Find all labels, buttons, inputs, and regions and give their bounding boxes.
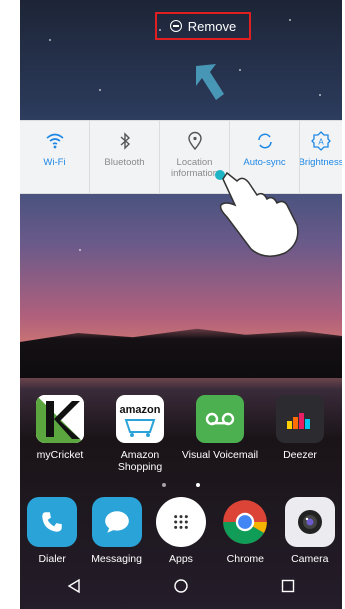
amazon-icon: amazon (116, 395, 164, 443)
sync-icon (257, 133, 272, 149)
app-label: Dialer (38, 553, 66, 565)
app-label: Chrome (226, 553, 265, 565)
app-deezer[interactable]: Deezer (260, 395, 340, 473)
location-icon (187, 131, 202, 151)
app-voicemail[interactable]: Visual Voicemail (180, 395, 260, 473)
chrome-icon (220, 497, 270, 547)
phone-icon (27, 497, 78, 547)
app-label: Visual Voicemail (181, 449, 259, 461)
mycricket-icon (36, 395, 84, 443)
tile-brightness[interactable]: A Brightness (300, 121, 342, 193)
app-amazon[interactable]: amazon Amazon Shopping (100, 395, 180, 473)
back-button[interactable] (66, 578, 82, 599)
tile-label: Brightness (300, 157, 342, 168)
home-circle-icon (174, 578, 188, 593)
dock: Dialer Messaging Apps Chrome Camera (20, 497, 342, 565)
remove-drop-target[interactable]: Remove (155, 12, 251, 40)
voicemail-icon (196, 395, 244, 443)
deezer-icon (276, 395, 324, 443)
app-mycricket[interactable]: myCricket (20, 395, 100, 473)
app-label: myCricket (36, 449, 84, 461)
dock-chrome[interactable]: Chrome (213, 497, 277, 565)
tile-label: Wi-Fi (43, 157, 66, 168)
page-indicator (20, 483, 342, 487)
drag-up-arrow-icon (196, 64, 224, 100)
app-label: Apps (169, 553, 193, 565)
dock-dialer[interactable]: Dialer (20, 497, 84, 565)
home-app-row: myCricket amazon Amazon Shopping Visual … (20, 395, 342, 473)
dock-messaging[interactable]: Messaging (85, 497, 149, 565)
hand-pointer-icon (215, 170, 299, 257)
app-label: Camera (291, 553, 329, 565)
dock-apps[interactable]: Apps (149, 497, 213, 565)
app-label: Deezer (283, 449, 317, 461)
amazon-logo-text: amazon (119, 404, 161, 416)
recents-square-icon (282, 579, 295, 592)
brightness-icon: A (311, 131, 331, 151)
camera-icon (284, 497, 335, 547)
tile-wifi[interactable]: Wi-Fi (20, 121, 90, 193)
navigation-bar (20, 567, 342, 609)
app-label: Messaging (91, 553, 142, 565)
bluetooth-icon (120, 132, 130, 150)
tile-bluetooth[interactable]: Bluetooth (90, 121, 160, 193)
apps-grid-icon (155, 497, 206, 547)
messaging-icon (91, 497, 142, 547)
tile-label: Bluetooth (104, 157, 145, 168)
svg-text:A: A (318, 138, 324, 147)
wifi-icon (45, 133, 64, 149)
remove-label: Remove (187, 18, 237, 34)
home-button[interactable] (173, 578, 189, 599)
dock-camera[interactable]: Camera (278, 497, 342, 565)
page-dot (162, 483, 166, 487)
home-screen: Remove Wi-Fi Bluetooth Location informat… (20, 0, 342, 609)
back-triangle-icon (67, 578, 80, 593)
remove-circle-icon (169, 20, 182, 32)
recents-button[interactable] (280, 578, 296, 599)
page-dot-active (196, 483, 200, 487)
app-label: Amazon Shopping (117, 449, 163, 473)
